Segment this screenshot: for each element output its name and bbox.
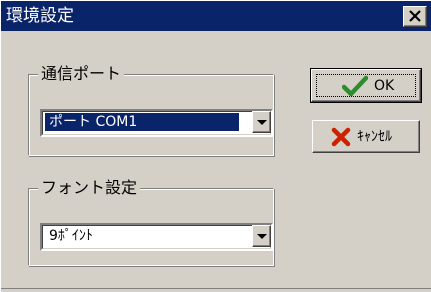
window-title: 環境設定 (6, 6, 74, 26)
font-group-label: フォント設定 (38, 178, 141, 198)
ok-button[interactable]: OK (310, 68, 422, 103)
font-select[interactable]: 9ﾎﾟｲﾝﾄ (40, 223, 273, 251)
font-dropdown-button[interactable] (252, 225, 271, 247)
checkmark-icon (342, 75, 368, 97)
port-select[interactable]: ポート COM1 (40, 109, 273, 137)
font-select-value: 9ﾎﾟｲﾝﾄ (49, 228, 93, 244)
port-group-label: 通信ポート (38, 64, 125, 84)
cancel-label: ｷｬﾝｾﾙ (357, 129, 392, 145)
title-bar: 環境設定 (1, 1, 431, 31)
chevron-down-icon (257, 234, 267, 239)
close-button[interactable] (403, 6, 427, 27)
port-select-value: ポート COM1 (44, 112, 240, 132)
port-dropdown-button[interactable] (252, 111, 271, 133)
cancel-button[interactable]: ｷｬﾝｾﾙ (312, 120, 420, 153)
close-icon (409, 10, 421, 22)
chevron-down-icon (257, 120, 267, 125)
ok-label: OK (374, 78, 395, 94)
x-cross-icon (331, 127, 351, 147)
settings-dialog: 環境設定 通信ポート ポート COM1 フォント設定 9ﾎﾟｲﾝﾄ OK ｷｬﾝ… (0, 0, 431, 292)
